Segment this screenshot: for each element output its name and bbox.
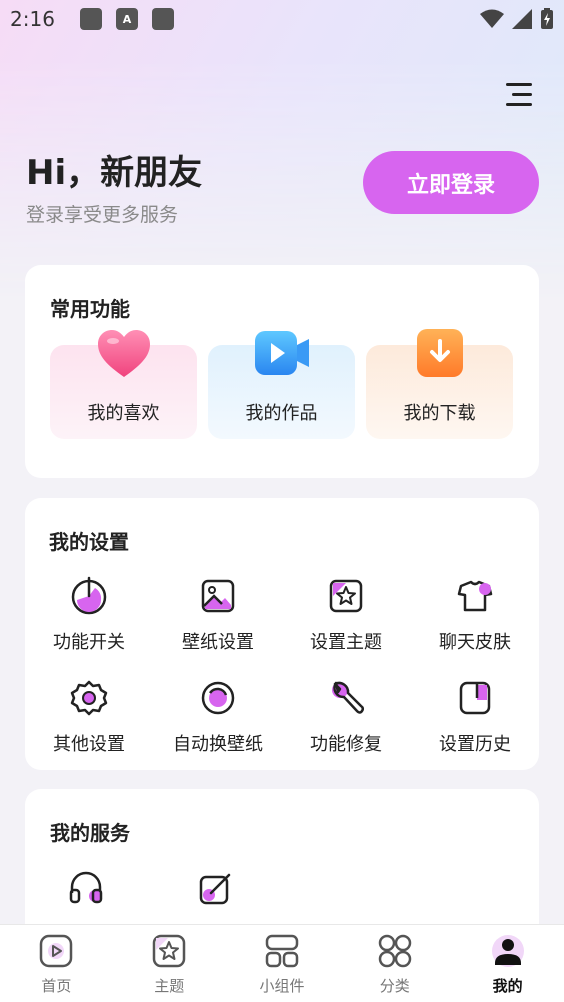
item-label: 设置主题 <box>310 632 382 653</box>
item-label: 壁纸设置 <box>182 632 254 653</box>
tab-label: 小组件 <box>259 977 305 995</box>
home-icon <box>40 934 73 968</box>
tab-theme[interactable]: 主题 <box>113 925 226 1002</box>
wifi-icon <box>480 9 504 28</box>
card-title: 我的服务 <box>50 821 130 845</box>
status-bar: 2:16 A <box>0 0 564 38</box>
tile-label: 我的喜欢 <box>87 403 160 424</box>
tile-label: 我的下载 <box>403 403 476 424</box>
greeting-title: Hi，新朋友 <box>26 153 203 193</box>
menu-line <box>506 102 532 106</box>
card-title: 我的设置 <box>49 530 129 554</box>
other-settings-item[interactable]: 其他设置 <box>34 678 144 768</box>
login-button[interactable]: 立即登录 <box>363 151 539 214</box>
heart-icon <box>97 330 150 377</box>
settings-history-item[interactable]: 设置历史 <box>420 678 530 768</box>
shirt-icon <box>457 580 493 612</box>
tab-widgets[interactable]: 小组件 <box>226 925 339 1002</box>
theme-icon <box>329 579 363 613</box>
item-label: 设置历史 <box>439 734 511 755</box>
bottom-tab-bar: 首页 主题 小组件 分类 我的 <box>0 924 564 1002</box>
theme-tab-icon <box>152 934 186 968</box>
battery-icon <box>541 8 553 29</box>
auto-wallpaper-item[interactable]: 自动换壁纸 <box>163 678 273 768</box>
power-icon <box>71 576 107 615</box>
video-icon <box>254 331 309 375</box>
tab-label: 分类 <box>379 977 410 995</box>
status-time: 2:16 <box>10 7 55 31</box>
gear-icon <box>70 680 108 716</box>
my-likes-tile[interactable]: 我的喜欢 <box>50 330 197 439</box>
category-icon <box>378 934 412 968</box>
tab-label: 主题 <box>154 977 185 995</box>
download-icon <box>416 329 463 377</box>
chat-skin-item[interactable]: 聊天皮肤 <box>420 576 530 666</box>
greeting-subtitle: 登录享受更多服务 <box>26 204 179 226</box>
tile-label: 我的作品 <box>245 403 318 424</box>
my-works-tile[interactable]: 我的作品 <box>208 331 355 439</box>
signal-icon <box>512 9 532 29</box>
keyboard-notification-icon: A <box>116 8 138 30</box>
tab-label: 我的 <box>492 977 523 995</box>
tab-category[interactable]: 分类 <box>338 925 451 1002</box>
image-icon <box>201 579 235 613</box>
feature-switch-item[interactable]: 功能开关 <box>34 576 144 666</box>
item-label: 功能开关 <box>53 632 125 653</box>
headset-icon <box>69 871 103 904</box>
menu-line <box>512 92 532 96</box>
widget-icon <box>265 934 299 968</box>
edit-icon <box>199 873 231 905</box>
notification-icon <box>152 8 174 30</box>
item-label: 功能修复 <box>310 734 382 755</box>
history-icon <box>459 681 491 715</box>
feature-repair-item[interactable]: 功能修复 <box>291 678 401 768</box>
card-title: 常用功能 <box>50 297 130 321</box>
my-settings-card: 我的设置 功能开关 壁纸设置 设置主题 聊天皮肤 其他设置 自动换壁纸 功能修复… <box>25 498 539 770</box>
tab-profile[interactable]: 我的 <box>451 925 564 1002</box>
menu-icon[interactable] <box>496 78 532 110</box>
item-label: 自动换壁纸 <box>173 734 263 755</box>
refresh-icon <box>201 681 235 715</box>
set-theme-item[interactable]: 设置主题 <box>291 576 401 666</box>
menu-line <box>506 82 532 86</box>
my-downloads-tile[interactable]: 我的下载 <box>366 329 513 439</box>
item-label: 其他设置 <box>53 734 125 755</box>
profile-icon <box>491 935 524 967</box>
wallpaper-settings-item[interactable]: 壁纸设置 <box>163 576 273 666</box>
item-label: 聊天皮肤 <box>439 632 511 653</box>
wrench-icon <box>332 681 365 714</box>
common-functions-card: 常用功能 我的喜欢 我的作品 我的下载 <box>25 265 539 478</box>
tab-label: 首页 <box>41 977 72 995</box>
tab-home[interactable]: 首页 <box>0 925 113 1002</box>
notification-icon <box>80 8 102 30</box>
